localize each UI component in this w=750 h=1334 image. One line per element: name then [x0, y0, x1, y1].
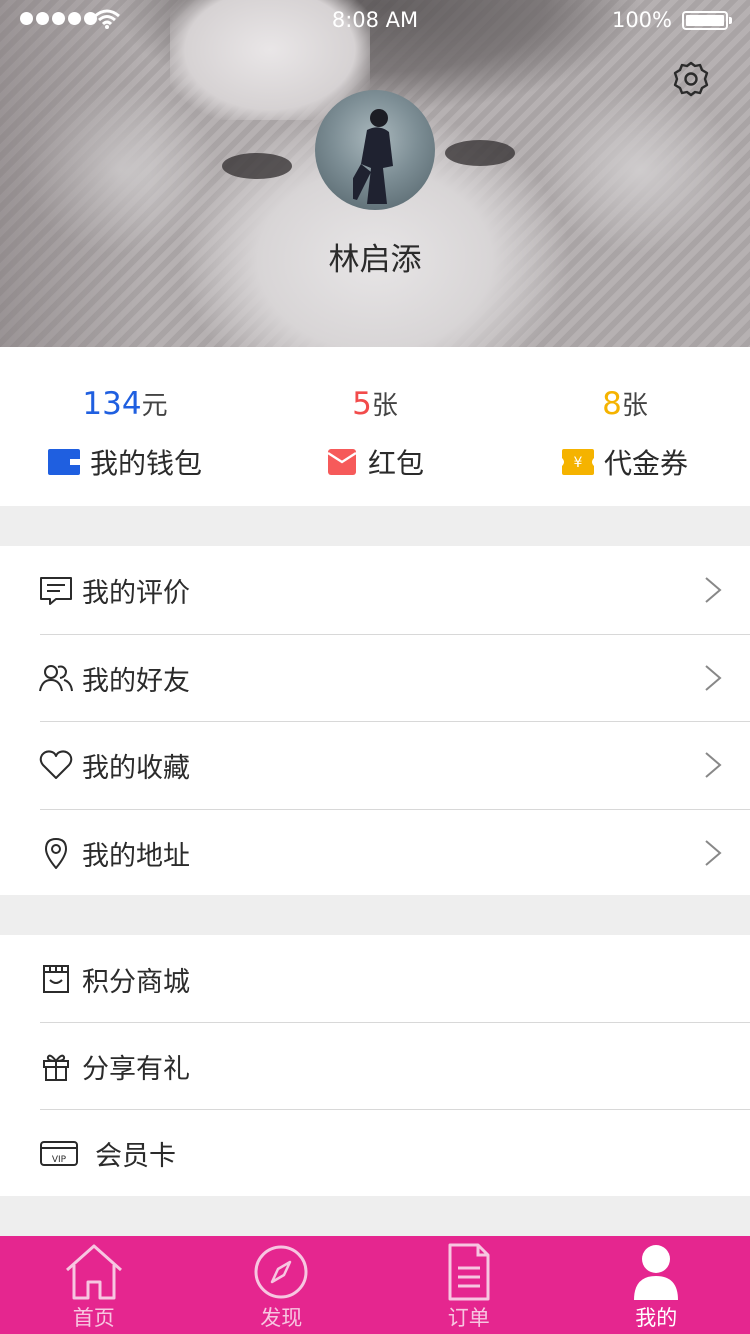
tab-label: 我的	[635, 1306, 678, 1330]
store-icon	[43, 965, 69, 993]
coupon-count: 8张	[602, 386, 648, 422]
tab-label: 订单	[447, 1306, 490, 1330]
coupon-stat[interactable]: 8张 ¥ 代金券	[500, 347, 750, 506]
menu-item-friends[interactable]: 我的好友	[0, 633, 750, 722]
coupon-icon: ¥	[561, 449, 594, 475]
red-envelope-label: 红包	[367, 447, 424, 480]
document-icon	[448, 1243, 490, 1301]
menu-item-label: 我的好友	[82, 665, 190, 697]
red-envelope-count: 5张	[352, 386, 398, 422]
bottom-tab-bar: 首页 发现 订单 我的	[0, 1236, 750, 1334]
tab-label: 首页	[72, 1306, 115, 1330]
menu-main: 我的评价 我的好友 我的收藏 我的地址	[0, 546, 750, 895]
vip-card-icon: VIP	[40, 1141, 78, 1166]
menu-item-share-gift[interactable]: 分享有礼	[0, 1022, 750, 1109]
battery-icon	[682, 11, 732, 30]
status-bar: 8:08 AM 100%	[0, 0, 750, 40]
menu-item-label: 我的收藏	[82, 753, 190, 784]
coupon-label: 代金券	[603, 447, 688, 480]
red-envelope-icon	[327, 449, 357, 475]
wallet-balance: 134元	[82, 386, 168, 422]
compass-icon	[254, 1245, 308, 1299]
menu-extra: 积分商城 分享有礼 VIP 会员卡	[0, 935, 750, 1196]
wallet-stat[interactable]: 134元 我的钱包	[0, 347, 250, 506]
menu-item-vip-card[interactable]: VIP 会员卡	[0, 1109, 750, 1196]
menu-item-address[interactable]: 我的地址	[0, 808, 750, 897]
red-envelope-stat[interactable]: 5张 红包	[250, 347, 500, 506]
tab-mine[interactable]: 我的	[563, 1236, 750, 1334]
menu-item-points-mall[interactable]: 积分商城	[0, 935, 750, 1022]
svg-text:VIP: VIP	[52, 1155, 67, 1165]
asset-stats: 134元 我的钱包 5张 红包 8张 ¥ 代金券	[0, 347, 750, 506]
svg-text:¥: ¥	[574, 455, 583, 471]
comment-icon	[40, 577, 72, 605]
menu-item-label: 分享有礼	[82, 1054, 190, 1085]
tab-label: 发现	[260, 1306, 303, 1330]
chevron-right-icon	[705, 752, 722, 778]
avatar[interactable]	[315, 90, 435, 210]
menu-item-label: 我的评价	[82, 578, 190, 609]
user-name[interactable]: 林启添	[0, 234, 750, 279]
user-icon	[634, 1245, 679, 1300]
gift-icon	[43, 1054, 69, 1081]
menu-item-reviews[interactable]: 我的评价	[0, 546, 750, 634]
header-background-photo	[222, 153, 292, 179]
wallet-label: 我的钱包	[89, 447, 202, 480]
tab-home[interactable]: 首页	[0, 1236, 188, 1334]
chevron-right-icon	[705, 577, 722, 603]
home-icon	[65, 1244, 122, 1300]
menu-item-label: 会员卡	[95, 1141, 176, 1172]
chevron-right-icon	[705, 839, 722, 866]
menu-item-label: 我的地址	[82, 840, 190, 872]
profile-header: 8:08 AM 100% 林启添	[0, 0, 750, 347]
avatar-photo	[353, 109, 393, 204]
header-background-photo	[445, 140, 515, 166]
heart-icon	[39, 750, 73, 779]
tab-discover[interactable]: 发现	[188, 1236, 376, 1334]
wallet-icon	[47, 449, 80, 475]
settings-gear-icon[interactable]	[672, 60, 710, 98]
friends-icon	[39, 664, 73, 691]
battery-percent: 100%	[611, 8, 672, 32]
menu-item-favorites[interactable]: 我的收藏	[0, 721, 750, 809]
tab-orders[interactable]: 订单	[375, 1236, 563, 1334]
menu-item-label: 积分商城	[82, 967, 190, 998]
chevron-right-icon	[705, 664, 722, 691]
location-pin-icon	[45, 837, 67, 869]
